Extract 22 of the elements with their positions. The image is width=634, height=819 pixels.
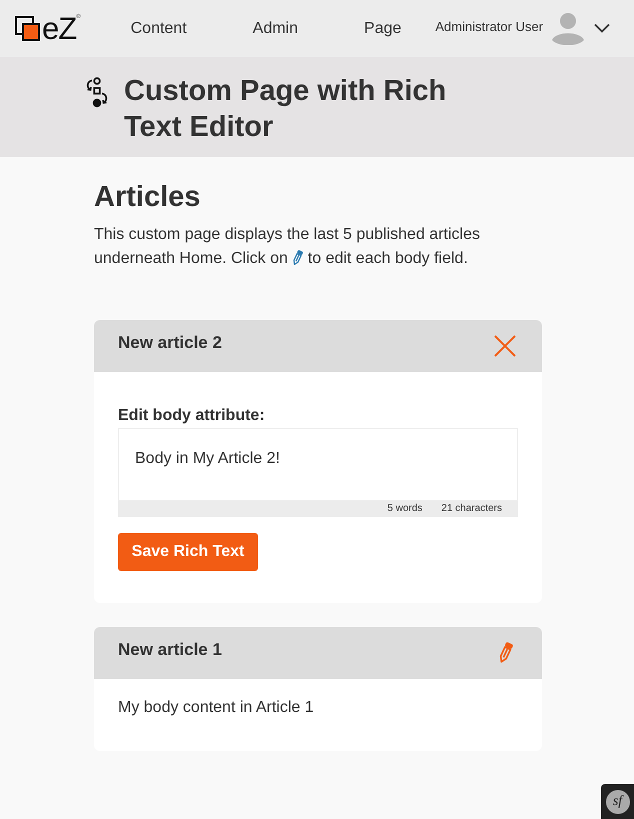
debug-toolbar-button[interactable]: sf bbox=[601, 784, 634, 819]
nav-link[interactable]: Page bbox=[364, 18, 402, 38]
chevron-down-icon[interactable] bbox=[594, 22, 610, 32]
page-title: Custom Page with Rich Text Editor bbox=[124, 74, 448, 145]
field-label: Edit body attribute: bbox=[118, 406, 266, 426]
word-count: 5 words bbox=[387, 503, 422, 515]
content-type-icon bbox=[86, 77, 108, 108]
article-title: New article 2 bbox=[118, 332, 222, 354]
nav-link[interactable]: Admin bbox=[252, 18, 298, 38]
section-heading: Articles bbox=[94, 180, 202, 215]
user-name[interactable]: Administrator User bbox=[435, 19, 544, 35]
intro-paragraph: This custom page displays the last 5 published articles underneath Home. Click on to edit each body field. bbox=[94, 225, 481, 269]
pencil-icon bbox=[292, 250, 304, 266]
article-title: New article 1 bbox=[118, 639, 222, 661]
logo-squares-icon bbox=[15, 16, 40, 41]
close-icon[interactable] bbox=[494, 335, 516, 357]
rich-text-editor-field[interactable]: Body in My Article 2! bbox=[118, 428, 518, 501]
character-count: 21 characters bbox=[441, 503, 502, 515]
article-body-text: My body content in Article 1 bbox=[118, 698, 315, 718]
pencil-icon[interactable] bbox=[498, 642, 513, 664]
user-avatar-icon[interactable] bbox=[552, 12, 584, 45]
nav-link[interactable]: Content bbox=[130, 18, 187, 38]
